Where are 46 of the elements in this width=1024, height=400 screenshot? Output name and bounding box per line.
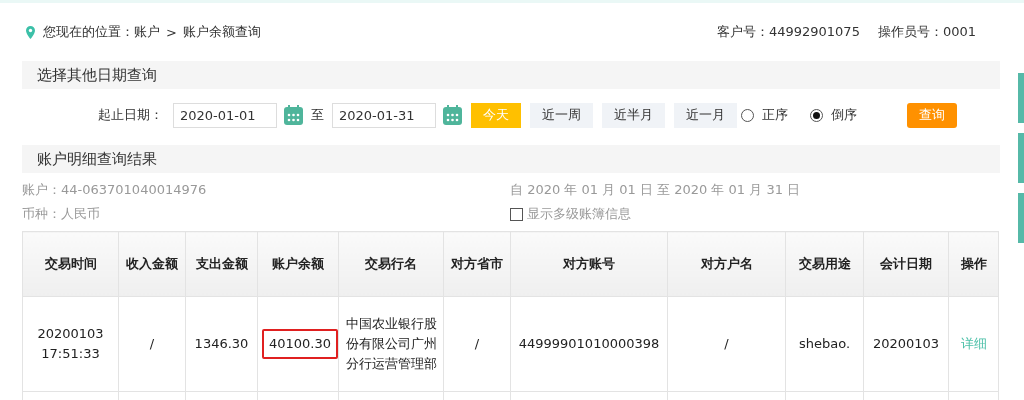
end-date-field[interactable]: 2020-01-31 [332, 102, 436, 128]
column-header: 支出金额 [185, 231, 258, 297]
radio-label: 倒序 [831, 106, 857, 124]
account-number: 账户：44-063701040014976 [22, 181, 208, 199]
breadcrumb-separator: > [166, 24, 177, 40]
start-date-field[interactable]: 2020-01-01 [173, 102, 277, 128]
breadcrumb-item[interactable]: 账户 [134, 23, 160, 41]
date-range-label: 起止日期： [98, 106, 163, 124]
table-cell-text: 20200103 [872, 335, 940, 351]
column-header: 对方省市 [443, 231, 511, 297]
column-header: 账户余额 [257, 231, 339, 297]
column-header: 交易行名 [338, 231, 444, 297]
date-range-button[interactable]: 近一周 [530, 102, 593, 128]
date-period: 自 2020 年 01 月 01 日 至 2020 年 01 月 31 日 [510, 181, 802, 199]
column-header: 会计日期 [863, 231, 949, 297]
date-range-button[interactable]: 近半月 [602, 102, 665, 128]
header-info: 客户号：44992901075 [716, 23, 860, 41]
table-cell-text: 1346.30 [194, 335, 249, 351]
column-header: 对方户名 [667, 231, 786, 297]
location-pin-icon [26, 25, 35, 39]
table-cell-text: 中国农业银行股份有限公司广州分行运营管理部 [345, 315, 437, 372]
date-separator: 至 [311, 106, 324, 124]
calendar-icon[interactable] [443, 105, 462, 125]
currency-label: 币种：人民币 [22, 205, 101, 223]
table-cell-text: 44999901010000398 [518, 335, 660, 351]
date-range-button[interactable]: 近一月 [674, 102, 737, 128]
column-header: 交易时间 [22, 231, 119, 297]
table-cell-text: / [474, 335, 480, 351]
calendar-icon[interactable] [284, 105, 303, 125]
breadcrumb-item[interactable]: 账户余额查询 [182, 23, 261, 41]
table-cell-text: 20200103 17:51:33 [37, 325, 104, 361]
breadcrumb-label: 您现在的位置： [43, 23, 134, 41]
column-header: 交易用途 [785, 231, 864, 297]
header-info: 操作员号：0001 [877, 23, 976, 41]
column-header: 对方账号 [510, 231, 668, 297]
section-title: 选择其他日期查询 [22, 61, 1000, 89]
table-cell-text: / [724, 335, 729, 351]
checkbox[interactable] [510, 207, 523, 221]
section-title: 账户明细查询结果 [22, 145, 1000, 173]
radio-label: 正序 [762, 106, 788, 124]
column-header: 收入金额 [118, 231, 186, 297]
column-header: 操作 [948, 231, 999, 297]
highlighted-cell-text: 40100.30 [262, 328, 339, 360]
checkbox-label: 显示多级账簿信息 [527, 205, 631, 223]
table-cell-text: shebao. [798, 335, 851, 351]
table-cell-text: / [149, 335, 155, 351]
